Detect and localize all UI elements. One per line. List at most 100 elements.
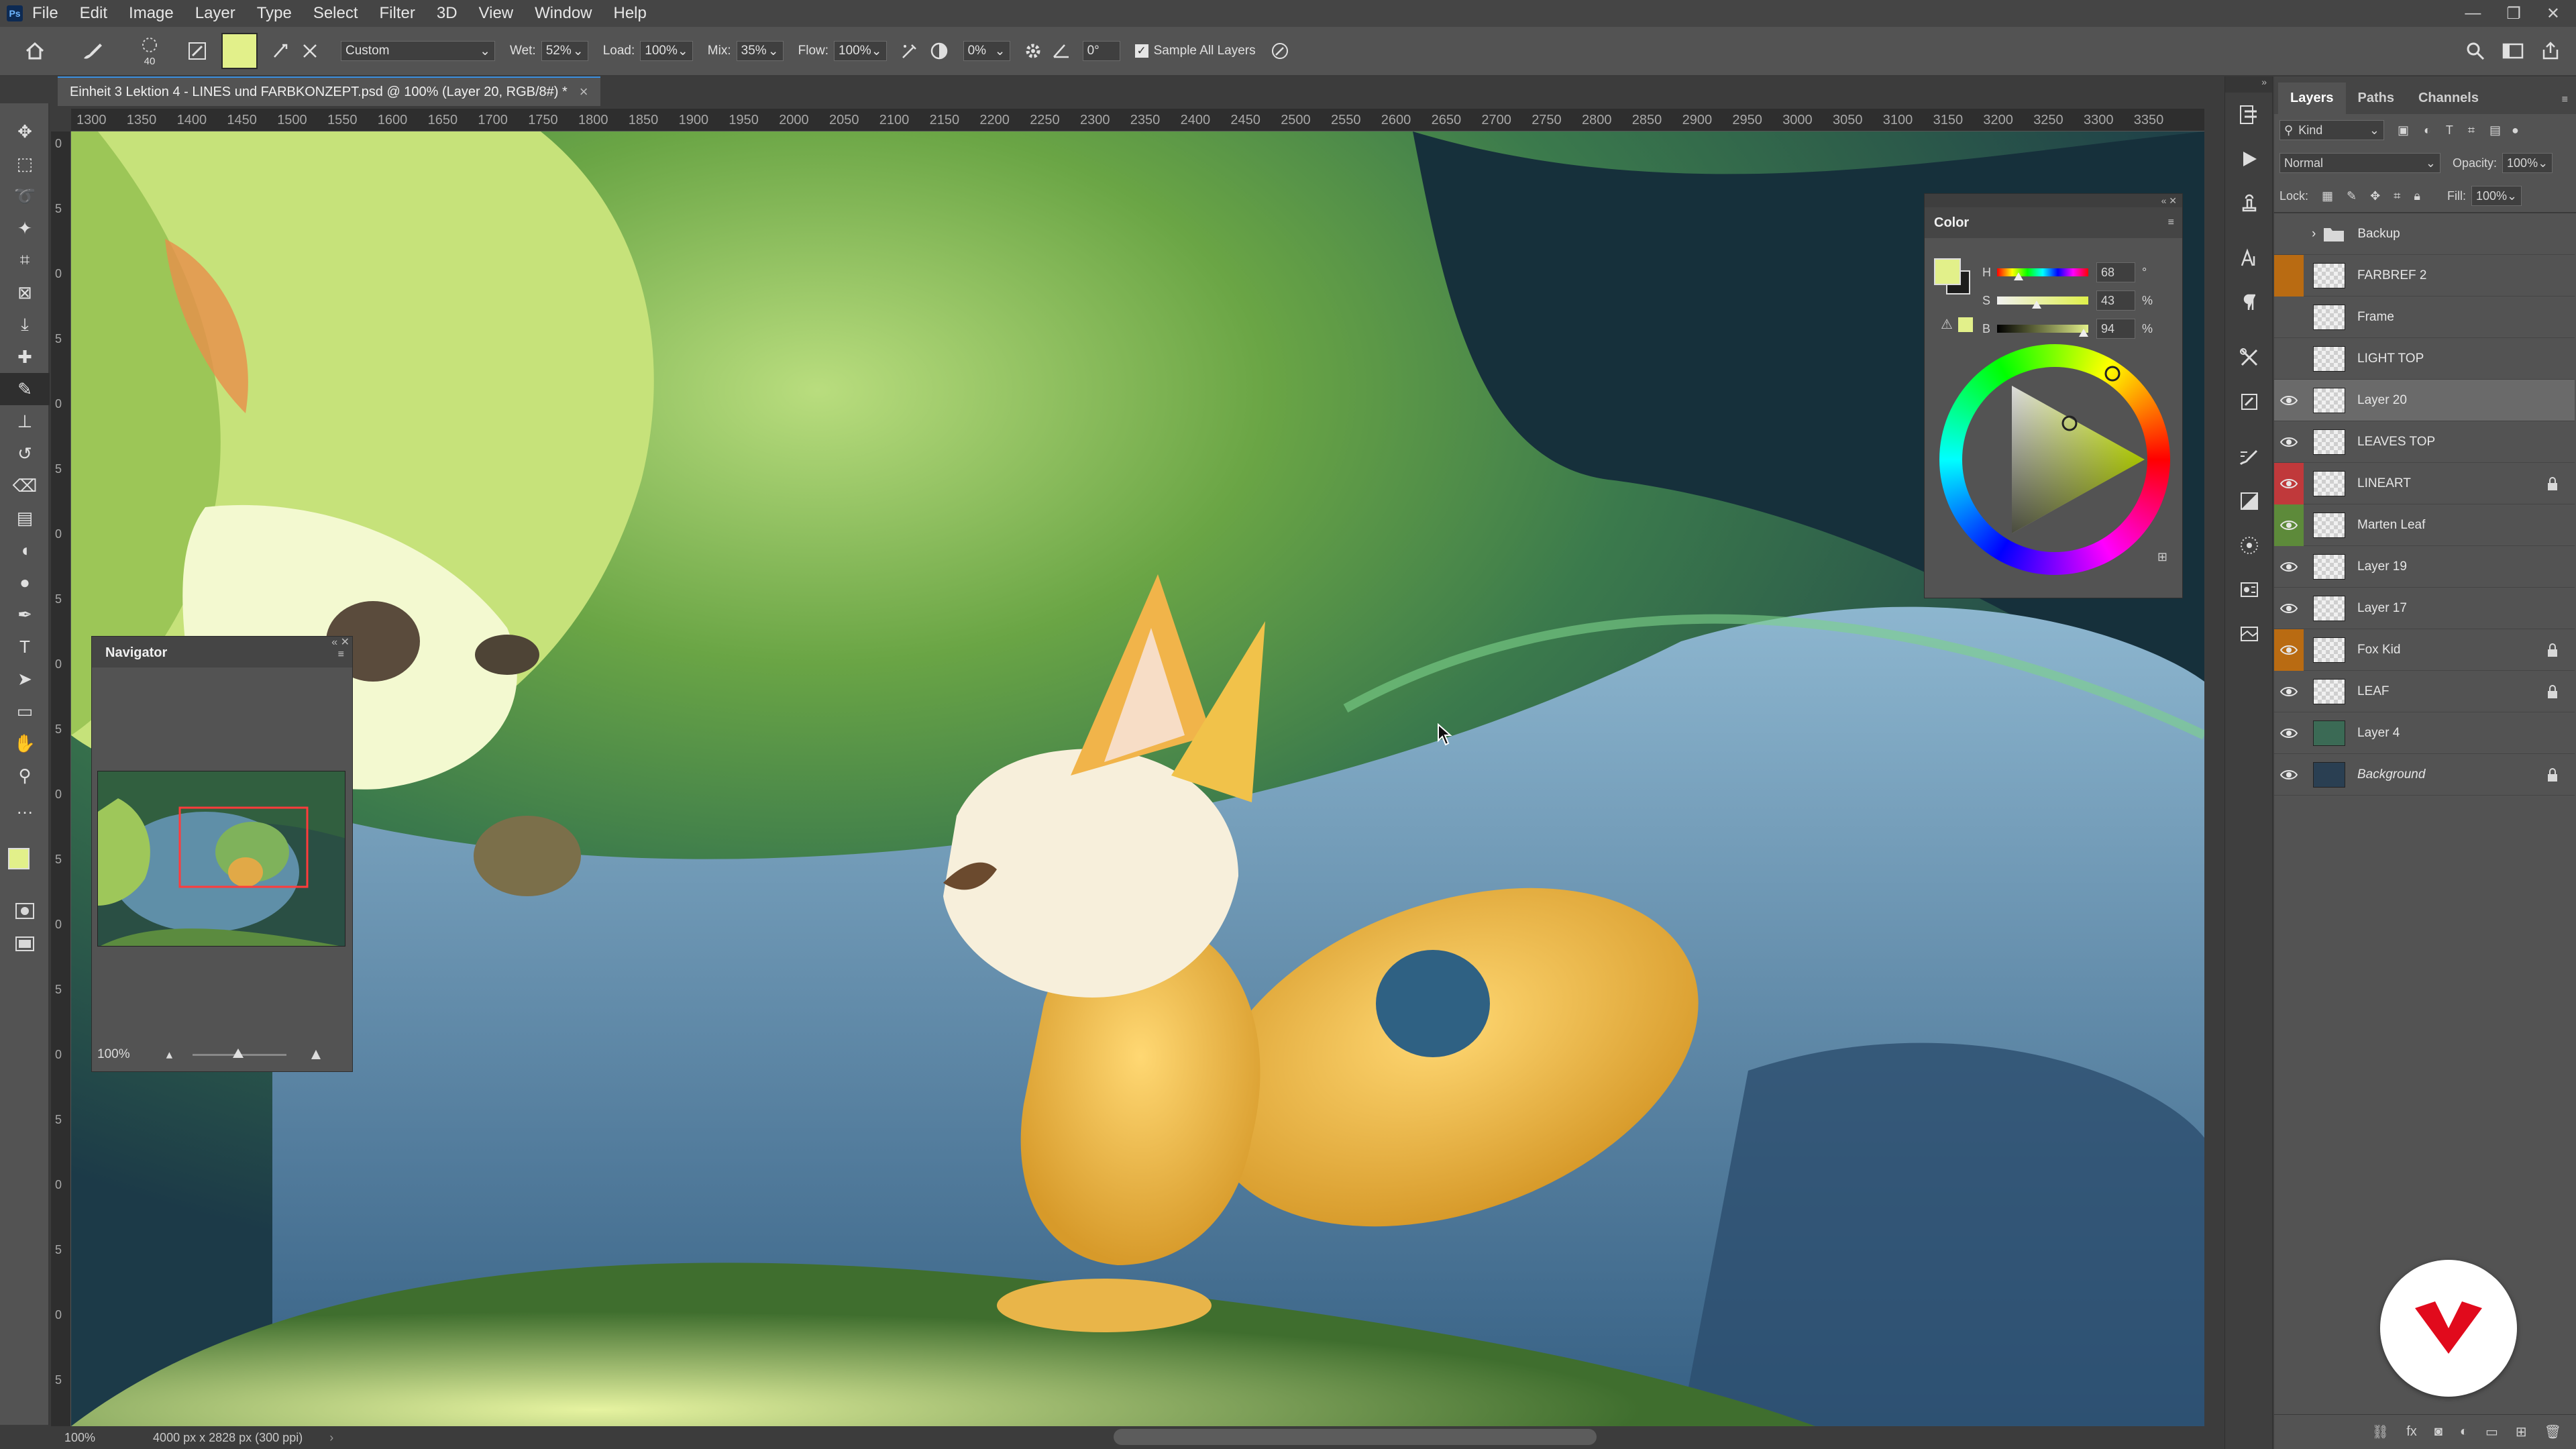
- menu-select[interactable]: Select: [313, 4, 358, 23]
- chevron-down-icon[interactable]: ⌄: [768, 44, 779, 59]
- brightness-slider-handle[interactable]: [2079, 329, 2088, 337]
- flow-value[interactable]: 100%: [839, 44, 871, 58]
- hue-slider[interactable]: [1997, 268, 2088, 280]
- properties-icon[interactable]: [2225, 568, 2273, 612]
- saturation-value[interactable]: 43: [2101, 294, 2114, 308]
- chevron-down-icon[interactable]: ⌄: [995, 44, 1006, 59]
- current-brush-load-swatch[interactable]: [221, 33, 258, 69]
- menu-layer[interactable]: Layer: [195, 4, 235, 23]
- marquee-icon[interactable]: ⬚: [0, 148, 50, 180]
- layer-comps-icon[interactable]: [2225, 612, 2273, 656]
- eyedropper-icon[interactable]: ⤓: [0, 309, 50, 341]
- character-icon[interactable]: [2225, 236, 2273, 280]
- pressure-icon[interactable]: [1268, 39, 1292, 63]
- chevron-down-icon[interactable]: ⌄: [2538, 156, 2548, 170]
- layer-row[interactable]: LEAF: [2274, 671, 2575, 712]
- menu-file[interactable]: File: [32, 4, 58, 23]
- more-icon[interactable]: …: [0, 792, 50, 824]
- add-mask-icon[interactable]: ◙: [2434, 1424, 2443, 1440]
- tab-layers[interactable]: Layers: [2278, 83, 2346, 114]
- chevron-down-icon[interactable]: ⌄: [2507, 189, 2517, 203]
- libraries-icon[interactable]: [2225, 523, 2273, 568]
- eye-icon[interactable]: [2274, 712, 2304, 754]
- layer-row[interactable]: LINEART: [2274, 462, 2575, 504]
- opacity-field[interactable]: 100% ⌄: [2502, 153, 2553, 173]
- wet-control[interactable]: Wet: 52% ⌄: [510, 41, 588, 61]
- flow-control[interactable]: Flow: 100% ⌄: [798, 41, 887, 61]
- panel-collapse-close-icons[interactable]: « ✕: [331, 635, 350, 649]
- foreground-color-swatch[interactable]: [8, 848, 30, 869]
- zoom-out-icon[interactable]: ▴: [166, 1047, 173, 1063]
- layer-row[interactable]: Marten Leaf: [2274, 504, 2575, 546]
- gamut-swatch[interactable]: [1958, 317, 1973, 332]
- layer-row[interactable]: LEAVES TOP: [2274, 421, 2575, 463]
- panel-menu-icon[interactable]: ≡: [2168, 217, 2174, 229]
- layer-row[interactable]: Layer 19: [2274, 546, 2575, 588]
- quick-mask-icon[interactable]: [0, 895, 50, 927]
- filter-adjustment-icon[interactable]: ◐: [2424, 123, 2431, 138]
- lock-position-icon[interactable]: ✥: [2370, 189, 2380, 203]
- hue-slider-row[interactable]: H 68 °: [1982, 258, 2177, 286]
- hue-value[interactable]: 68: [2101, 266, 2114, 280]
- menu-view[interactable]: View: [479, 4, 514, 23]
- saturation-slider-handle[interactable]: [2032, 301, 2041, 309]
- minimize-button[interactable]: —: [2465, 4, 2481, 23]
- zoom-slider-handle[interactable]: [233, 1048, 244, 1058]
- chevron-down-icon[interactable]: ⌄: [573, 44, 584, 59]
- filter-smart-object-icon[interactable]: ▤: [2489, 123, 2501, 138]
- brush-size-picker[interactable]: 40: [138, 36, 161, 67]
- zoom-icon[interactable]: ⚲: [0, 759, 50, 792]
- blend-mode-dropdown[interactable]: Normal ⌄: [2279, 153, 2440, 173]
- search-icon[interactable]: [2463, 39, 2487, 63]
- healing-icon[interactable]: ✚: [0, 341, 50, 373]
- magic-wand-icon[interactable]: ✦: [0, 212, 50, 244]
- layer-row[interactable]: Layer 20: [2274, 380, 2575, 421]
- lock-all-icon[interactable]: 🔒︎: [2414, 189, 2420, 203]
- rectangle-icon[interactable]: ▭: [0, 695, 50, 727]
- filter-pixel-icon[interactable]: ▣: [2398, 123, 2409, 138]
- pen-icon[interactable]: ✒: [0, 598, 50, 631]
- dodge-icon[interactable]: ●: [0, 566, 50, 598]
- eye-icon[interactable]: [2274, 588, 2304, 629]
- tool-presets-icon[interactable]: [2225, 335, 2273, 380]
- lasso-icon[interactable]: ➰: [0, 180, 50, 212]
- move-icon[interactable]: ✥: [0, 115, 50, 148]
- mix-value[interactable]: 35%: [741, 44, 767, 58]
- fill-value[interactable]: 100%: [2476, 189, 2507, 203]
- mixer-brush-icon[interactable]: ✎: [0, 373, 50, 405]
- menu-help[interactable]: Help: [614, 4, 647, 23]
- history-brush-icon[interactable]: ↺: [0, 437, 50, 470]
- brush-settings-icon[interactable]: [185, 39, 209, 63]
- path-select-icon[interactable]: ➤: [0, 663, 50, 695]
- close-window-button[interactable]: ✕: [2546, 4, 2560, 23]
- layer-row[interactable]: Background: [2274, 754, 2575, 796]
- chevron-right-icon[interactable]: ›: [2312, 227, 2316, 241]
- panel-menu-icon[interactable]: ≡: [338, 649, 344, 661]
- blend-preset-dropdown[interactable]: Custom ⌄: [335, 41, 495, 61]
- eye-icon[interactable]: [2274, 380, 2304, 421]
- smoothing-value[interactable]: 0%: [968, 44, 986, 58]
- eye-icon[interactable]: [2274, 462, 2304, 504]
- type-icon[interactable]: T: [0, 631, 50, 663]
- panel-menu-icon[interactable]: ≡: [2562, 94, 2568, 106]
- color-swatches[interactable]: [7, 836, 44, 883]
- eye-icon[interactable]: [2274, 629, 2304, 671]
- opacity-value[interactable]: 100%: [2507, 156, 2538, 170]
- crop-icon[interactable]: ⌗: [0, 244, 50, 276]
- lock-artboard-icon[interactable]: ⌗: [2394, 189, 2400, 203]
- load-control[interactable]: Load: 100% ⌄: [603, 41, 693, 61]
- airbrush-icon[interactable]: [898, 39, 922, 63]
- eraser-icon[interactable]: ⌫: [0, 470, 50, 502]
- eye-icon[interactable]: [2274, 546, 2304, 588]
- history-icon[interactable]: [2225, 93, 2273, 137]
- load-brush-icon[interactable]: [268, 39, 292, 63]
- angle-value[interactable]: 0°: [1087, 44, 1099, 58]
- brightness-slider-row[interactable]: B 94 %: [1982, 315, 2177, 343]
- gear-icon[interactable]: [1021, 39, 1045, 63]
- panel-collapse-close-icons[interactable]: « ✕: [1925, 194, 2182, 207]
- color-panel-foreground[interactable]: [1934, 258, 1961, 285]
- color-panel-tab[interactable]: Color: [1934, 215, 1969, 231]
- zoom-in-icon[interactable]: ▲: [308, 1045, 324, 1064]
- link-layers-icon[interactable]: ⛓: [2372, 1424, 2389, 1440]
- canvas-artwork[interactable]: [71, 131, 2204, 1426]
